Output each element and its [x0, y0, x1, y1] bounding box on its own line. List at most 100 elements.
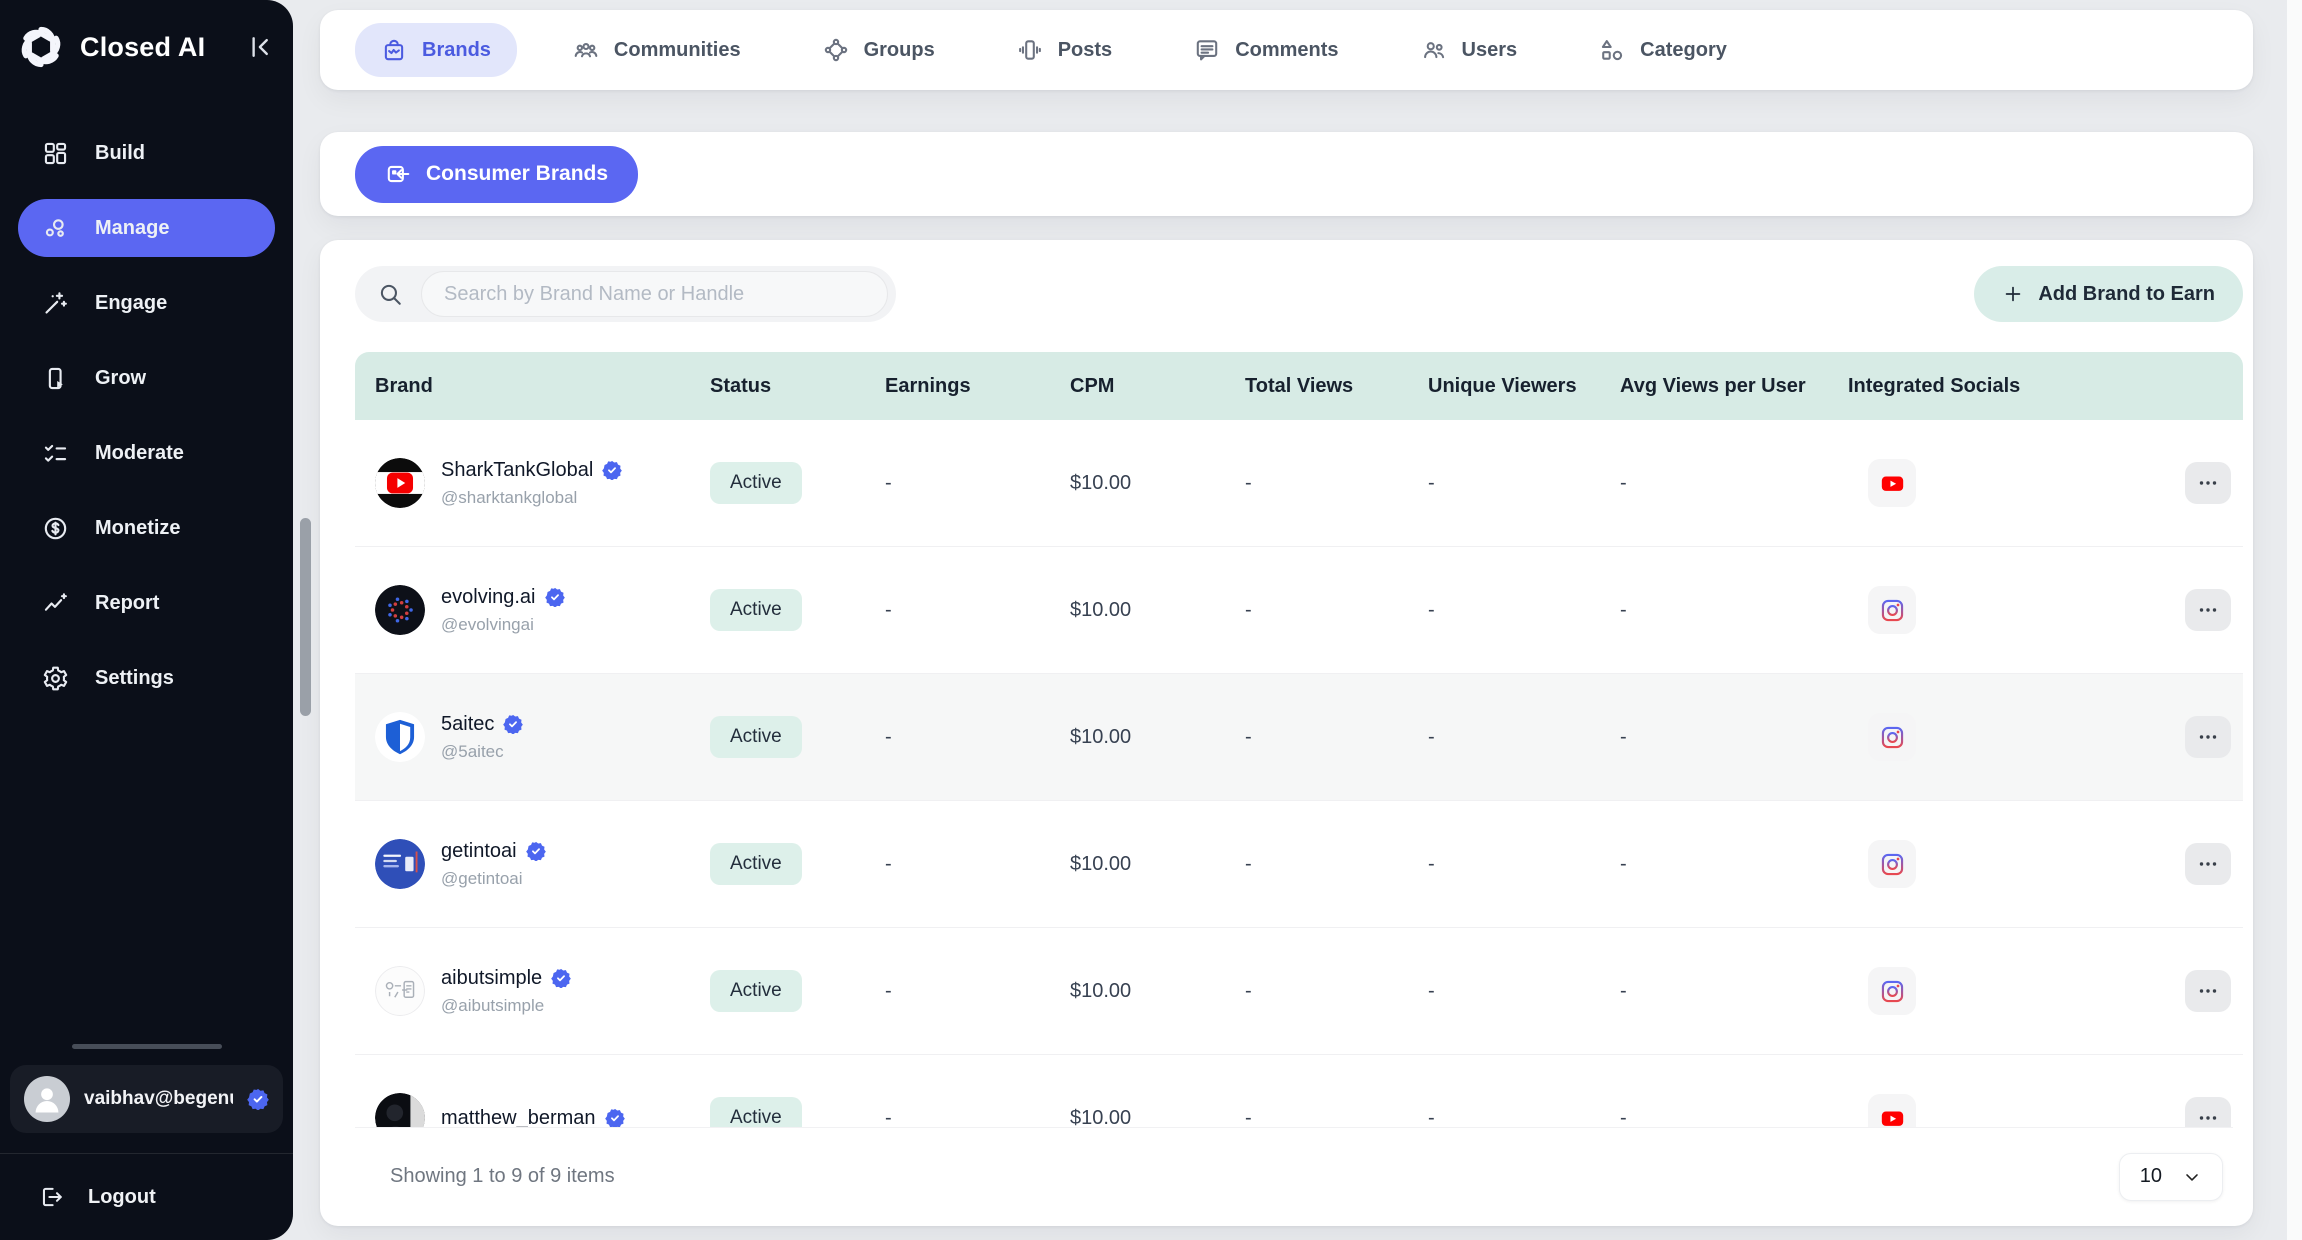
search-bar: [355, 266, 896, 322]
app-title: Closed AI: [80, 32, 229, 63]
plus-icon: [2002, 283, 2024, 305]
avg-views-cell: -: [1600, 472, 1828, 495]
consumer-brands-label: Consumer Brands: [426, 162, 608, 186]
row-actions-button[interactable]: [2185, 970, 2231, 1012]
chevron-down-icon: [2182, 1167, 2202, 1187]
row-actions-button[interactable]: [2185, 1097, 2231, 1127]
total-views-cell: -: [1225, 472, 1408, 495]
avg-views-cell: -: [1600, 1107, 1828, 1128]
brands-table: BrandStatusEarningsCPMTotal ViewsUnique …: [355, 352, 2243, 1225]
status-cell: Active: [690, 1097, 865, 1127]
filter-chip-bar: Consumer Brands: [320, 132, 2253, 216]
sidebar-item-engage[interactable]: Engage: [18, 274, 275, 332]
earnings-cell: -: [865, 980, 1050, 1003]
verified-badge-icon: [602, 460, 622, 480]
brand-handle: @getintoai: [441, 869, 546, 889]
youtube-icon[interactable]: [1868, 1094, 1916, 1127]
column-header: Brand: [355, 375, 690, 398]
tab-label: Users: [1462, 39, 1518, 62]
actions-cell: [2165, 462, 2243, 504]
verified-badge-icon: [551, 968, 571, 988]
page-size-select[interactable]: 10: [2119, 1153, 2223, 1201]
status-cell: Active: [690, 843, 865, 885]
row-actions-button[interactable]: [2185, 843, 2231, 885]
total-views-cell: -: [1225, 726, 1408, 749]
brands-icon: [381, 37, 407, 63]
column-header: Earnings: [865, 375, 1050, 398]
column-header: Avg Views per User: [1600, 375, 1828, 398]
brand-cell: SharkTankGlobal @sharktankglobal: [355, 458, 690, 508]
tab-comments[interactable]: Comments: [1168, 23, 1364, 77]
brand-name: SharkTankGlobal: [441, 459, 593, 482]
shield-avatar: [375, 712, 425, 762]
row-actions-button[interactable]: [2185, 716, 2231, 758]
row-actions-button[interactable]: [2185, 589, 2231, 631]
status-badge: Active: [710, 716, 802, 758]
tab-groups[interactable]: Groups: [797, 23, 961, 77]
youtube-icon[interactable]: [1868, 459, 1916, 507]
comments-icon: [1194, 37, 1220, 63]
openai-swirl-icon: [16, 22, 66, 72]
add-brand-button[interactable]: Add Brand to Earn: [1974, 266, 2243, 322]
consumer-brands-button[interactable]: Consumer Brands: [355, 146, 638, 203]
row-actions-button[interactable]: [2185, 462, 2231, 504]
earnings-cell: -: [865, 472, 1050, 495]
brand-name: evolving.ai: [441, 586, 536, 609]
sidebar-footer: vaibhav@begenu... Logout: [0, 1044, 293, 1240]
tab-communities[interactable]: Communities: [547, 23, 767, 77]
column-header: Unique Viewers: [1408, 375, 1600, 398]
sidebar-item-build[interactable]: Build: [18, 124, 275, 182]
sidebar-item-label: Monetize: [95, 517, 181, 540]
sidebar: Closed AI Build Manage Engage Grow Moderate M…: [0, 0, 293, 1240]
pagination-summary: Showing 1 to 9 of 9 items: [390, 1165, 615, 1188]
sidebar-item-report[interactable]: Report: [18, 574, 275, 632]
search-icon: [377, 281, 403, 307]
tab-label: Brands: [422, 39, 491, 62]
avg-views-cell: -: [1600, 726, 1828, 749]
sidebar-item-moderate[interactable]: Moderate: [18, 424, 275, 482]
column-header: Total Views: [1225, 375, 1408, 398]
page-scrollbar[interactable]: [2287, 0, 2302, 1240]
brand-handle: @5aitec: [441, 742, 523, 762]
earnings-cell: -: [865, 726, 1050, 749]
monetize-icon: [42, 515, 69, 542]
unique-viewers-cell: -: [1408, 726, 1600, 749]
add-brand-label: Add Brand to Earn: [2038, 283, 2215, 306]
sidebar-nav: Build Manage Engage Grow Moderate Monetize Rep…: [0, 88, 293, 724]
user-account[interactable]: vaibhav@begenu...: [10, 1065, 283, 1133]
unique-viewers-cell: -: [1408, 853, 1600, 876]
instagram-icon[interactable]: [1868, 967, 1916, 1015]
sidebar-item-settings[interactable]: Settings: [18, 649, 275, 707]
sidebar-scrollbar-thumb[interactable]: [300, 518, 311, 716]
sketch-avatar: [375, 966, 425, 1016]
tab-brands[interactable]: Brands: [355, 23, 517, 77]
collapse-sidebar-icon[interactable]: [243, 32, 273, 62]
total-views-cell: -: [1225, 599, 1408, 622]
tab-category[interactable]: Category: [1573, 23, 1753, 77]
grow-icon: [42, 365, 69, 392]
integrated-socials-cell: [1828, 586, 2165, 634]
search-input[interactable]: [421, 271, 888, 317]
sidebar-item-grow[interactable]: Grow: [18, 349, 275, 407]
logout-button[interactable]: Logout: [0, 1154, 293, 1216]
actions-cell: [2165, 716, 2243, 758]
sidebar-item-monetize[interactable]: Monetize: [18, 499, 275, 557]
category-icon: [1599, 37, 1625, 63]
actions-cell: [2165, 589, 2243, 631]
integrated-socials-cell: [1828, 459, 2165, 507]
screen-arrow-icon: [385, 161, 411, 187]
brand-name: matthew_berman: [441, 1107, 596, 1128]
earnings-cell: -: [865, 599, 1050, 622]
instagram-icon[interactable]: [1868, 840, 1916, 888]
unique-viewers-cell: -: [1408, 1107, 1600, 1128]
sidebar-mini-divider: [72, 1044, 222, 1049]
communities-icon: [573, 37, 599, 63]
report-icon: [42, 590, 69, 617]
column-header: CPM: [1050, 375, 1225, 398]
brand-handle: @sharktankglobal: [441, 488, 622, 508]
instagram-icon[interactable]: [1868, 713, 1916, 761]
tab-users[interactable]: Users: [1395, 23, 1544, 77]
instagram-icon[interactable]: [1868, 586, 1916, 634]
sidebar-item-manage[interactable]: Manage: [18, 199, 275, 257]
tab-posts[interactable]: Posts: [991, 23, 1138, 77]
